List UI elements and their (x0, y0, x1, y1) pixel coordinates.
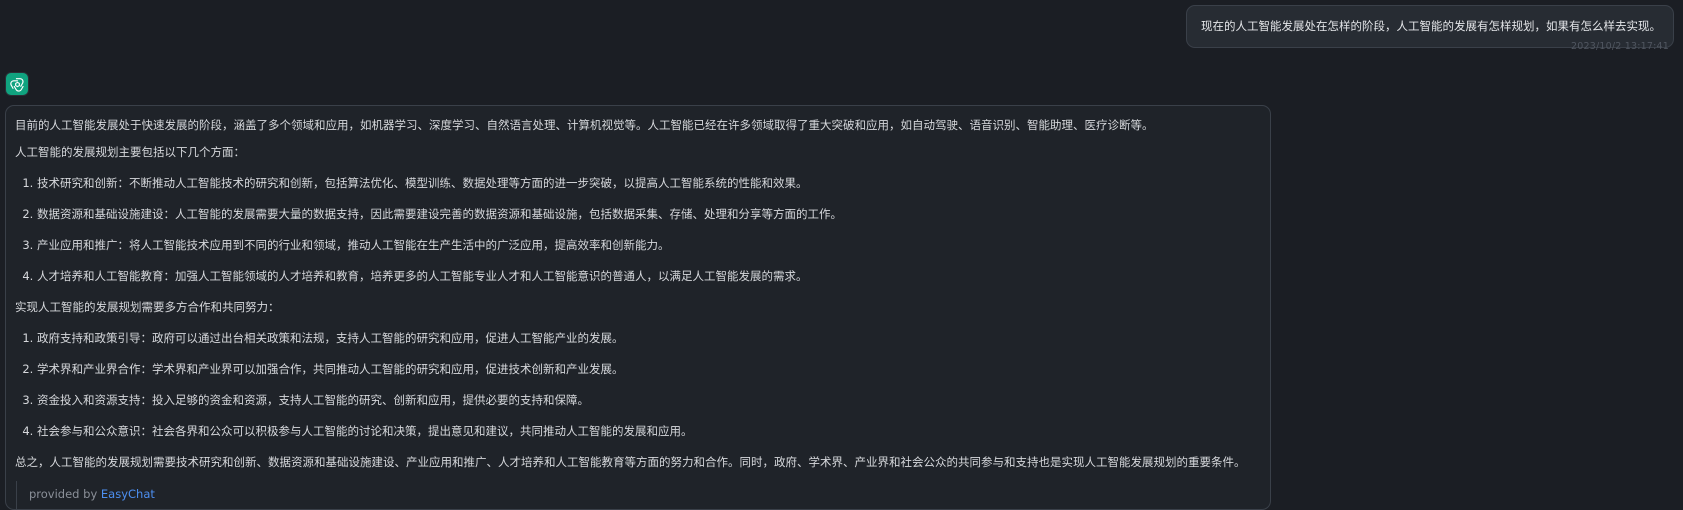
provider-link[interactable]: EasyChat (101, 487, 155, 501)
summary-paragraph: 总之，人工智能的发展规划需要技术研究和创新、数据资源和基础设施建设、产业应用和推… (15, 455, 1246, 469)
realize-list-item: 学术界和产业界合作：学术界和产业界可以加强合作，共同推动人工智能的研究和应用，促… (37, 354, 1261, 385)
realize-list-item: 资金投入和资源支持：投入足够的资金和资源，支持人工智能的研究、创新和应用，提供必… (37, 385, 1261, 416)
assistant-avatar (5, 72, 29, 96)
plan-list-item: 产业应用和推广：将人工智能技术应用到不同的行业和领域，推动人工智能在生产生活中的… (37, 230, 1261, 261)
openai-logo-icon (9, 77, 24, 92)
realize-heading: 实现人工智能的发展规划需要多方合作和共同努力： (15, 300, 280, 314)
assistant-intro-paragraph: 目前的人工智能发展处于快速发展的阶段，涵盖了多个领域和应用，如机器学习、深度学习… (15, 118, 1154, 132)
realize-list-item: 社会参与和公众意识：社会各界和公众可以积极参与人工智能的讨论和决策，提出意见和建… (37, 416, 1261, 447)
chat-view: 现在的人工智能发展处在怎样的阶段，人工智能的发展有怎样规划，如果有怎么样去实现。… (0, 0, 1683, 510)
assistant-message-bubble: 目前的人工智能发展处于快速发展的阶段，涵盖了多个领域和应用，如机器学习、深度学习… (5, 105, 1271, 510)
plan-list-item: 技术研究和创新：不断推动人工智能技术的研究和创新，包括算法优化、模型训练、数据处… (37, 168, 1261, 199)
user-message-text: 现在的人工智能发展处在怎样的阶段，人工智能的发展有怎样规划，如果有怎么样去实现。 (1201, 19, 1661, 33)
user-message-timestamp: 2023/10/2 13:17:41 (1571, 41, 1669, 52)
plan-list-item: 数据资源和基础设施建设：人工智能的发展需要大量的数据支持，因此需要建设完善的数据… (37, 199, 1261, 230)
plan-heading: 人工智能的发展规划主要包括以下几个方面： (15, 145, 245, 159)
realize-list-item: 政府支持和政策引导：政府可以通过出台相关政策和法规，支持人工智能的研究和应用，促… (37, 323, 1261, 354)
realize-list: 政府支持和政策引导：政府可以通过出台相关政策和法规，支持人工智能的研究和应用，促… (15, 323, 1261, 447)
provider-footer: provided by EasyChat (16, 481, 155, 509)
plan-list-item: 人才培养和人工智能教育：加强人工智能领域的人才培养和教育，培养更多的人工智能专业… (37, 261, 1261, 292)
provider-prefix: provided by (29, 487, 98, 501)
plan-list: 技术研究和创新：不断推动人工智能技术的研究和创新，包括算法优化、模型训练、数据处… (15, 168, 1261, 292)
